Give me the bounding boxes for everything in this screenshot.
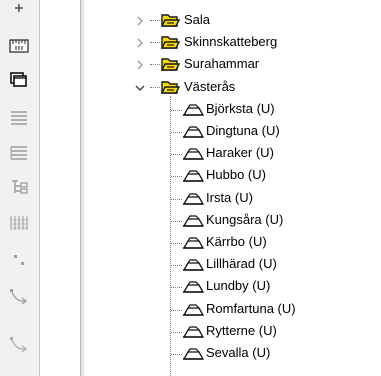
tree-connector [171, 132, 182, 134]
tree-view: Sala Skinnskatteberg Surahammar Västerås Bjö… [84, 0, 381, 376]
tree-connector [171, 199, 182, 201]
parish-icon [182, 277, 205, 295]
tree-connector [150, 87, 160, 89]
tree-connector [150, 64, 160, 66]
tree-node-parish[interactable]: Hubbo (U) [84, 164, 381, 186]
parish-icon [182, 322, 205, 340]
tree-node-label: Irsta (U) [206, 190, 253, 205]
parish-icon [182, 189, 205, 207]
plus-icon[interactable] [7, 2, 31, 26]
tree-node-label: Sala [184, 12, 211, 27]
tree-node-label: Björksta (U) [206, 101, 275, 116]
tree-node-label: Dingtuna (U) [206, 123, 280, 138]
folder-icon [160, 11, 181, 29]
tree-node-label: Skinnskatteberg [184, 34, 278, 49]
tree-connector [171, 176, 182, 178]
list-lines-icon[interactable] [7, 108, 31, 132]
tree-connector [171, 110, 182, 112]
parish-icon [182, 255, 205, 273]
tree-connector [171, 154, 182, 156]
dots-icon[interactable] [7, 250, 31, 274]
tree-node-parish[interactable]: Kärrbo (U) [84, 231, 381, 253]
tree-node-parish[interactable]: Lundby (U) [84, 275, 381, 297]
parish-icon [182, 344, 205, 362]
tree-node-parish[interactable]: Haraker (U) [84, 142, 381, 164]
tree-structure-icon[interactable] [7, 177, 31, 201]
tree-node-municipality[interactable]: Surahammar [84, 53, 381, 75]
tree-connector [171, 221, 182, 223]
tree-node-parish[interactable]: Sevalla (U) [84, 342, 381, 364]
tree-node-label: Haraker (U) [206, 145, 274, 160]
tree-node-parish[interactable]: Dingtuna (U) [84, 120, 381, 142]
tree-node-parish[interactable]: Lillhärad (U) [84, 253, 381, 275]
parish-icon [182, 100, 205, 118]
tree-connector [171, 310, 182, 312]
tree-node-label: Västerås [184, 79, 236, 94]
curve-arrow-icon[interactable] [7, 286, 31, 310]
tree-connector [171, 265, 182, 267]
tree-connector [171, 332, 182, 334]
tree-node-label: Kungsåra (U) [206, 212, 284, 227]
tree-connector [150, 20, 160, 22]
tree-connector [171, 243, 182, 245]
chevron-down-icon[interactable] [134, 81, 146, 93]
parish-icon [182, 144, 205, 162]
tree-node-municipality[interactable]: Skinnskatteberg [84, 31, 381, 53]
ruler-icon[interactable] [7, 36, 31, 60]
parish-icon [182, 166, 205, 184]
list-lines-alt-icon[interactable] [7, 143, 31, 167]
column-grid-icon[interactable] [7, 213, 31, 237]
parish-icon [182, 300, 205, 318]
tree-node-municipality[interactable]: Sala [84, 9, 381, 31]
tree-node-label: Hubbo (U) [206, 167, 266, 182]
tree-node-label: Sevalla (U) [206, 345, 271, 360]
chevron-right-icon[interactable] [134, 14, 146, 26]
tree-node-label: Lillhärad (U) [206, 256, 277, 271]
tree-node-municipality[interactable]: Västerås [84, 76, 381, 98]
tree-connector [171, 287, 182, 289]
chevron-right-icon[interactable] [134, 36, 146, 48]
window-stack-icon[interactable] [7, 70, 31, 94]
tree-node-parish[interactable]: Kungsåra (U) [84, 209, 381, 231]
app-window: Sala Skinnskatteberg Surahammar Västerås Bjö… [0, 0, 381, 376]
tree-node-parish[interactable]: Björksta (U) [84, 98, 381, 120]
tree-connector [171, 354, 182, 356]
tree-node-parish[interactable]: Romfartuna (U) [84, 298, 381, 320]
folder-icon [160, 33, 181, 51]
tree-node-parish[interactable]: Rytterne (U) [84, 320, 381, 342]
tree-connector [150, 42, 160, 44]
parish-icon [182, 211, 205, 229]
tree-node-label: Kärrbo (U) [206, 234, 267, 249]
folder-icon [160, 78, 181, 96]
chevron-right-icon[interactable] [134, 58, 146, 70]
folder-icon [160, 55, 181, 73]
left-toolbar [0, 0, 40, 376]
parish-icon [182, 233, 205, 251]
tree-node-label: Romfartuna (U) [206, 301, 296, 316]
tree-node-label: Rytterne (U) [206, 323, 277, 338]
tree-node-label: Lundby (U) [206, 278, 271, 293]
tree-node-parish[interactable]: Irsta (U) [84, 187, 381, 209]
parish-icon [182, 122, 205, 140]
blank-pane [40, 0, 80, 376]
curve-arrow-alt-icon[interactable] [7, 334, 31, 358]
tree-node-label: Surahammar [184, 56, 260, 71]
